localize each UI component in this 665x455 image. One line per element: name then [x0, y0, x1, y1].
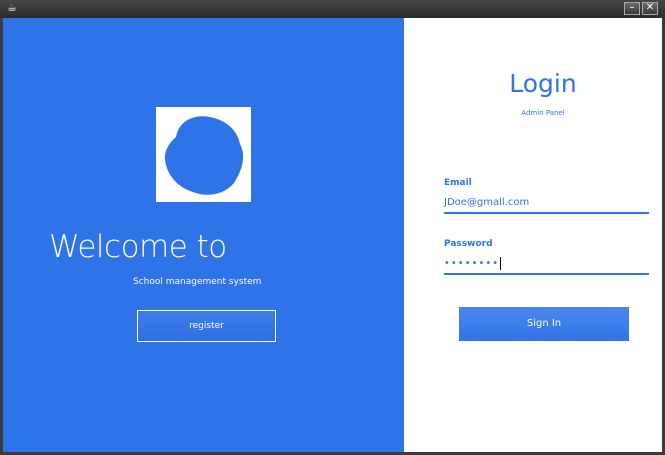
- admin-panel-subtitle: Admin Panel: [521, 109, 565, 117]
- minimize-button[interactable]: –: [624, 2, 640, 15]
- login-title: Login: [509, 69, 577, 98]
- email-field[interactable]: JDoe@gmall.com: [444, 193, 649, 214]
- email-label: Email: [444, 178, 472, 188]
- school-logo: [156, 107, 251, 202]
- blue-blob-icon: [164, 116, 244, 195]
- login-content: Welcome to School management system regi…: [3, 18, 662, 452]
- system-subtitle: School management system: [133, 277, 262, 287]
- welcome-panel: Welcome to School management system regi…: [3, 18, 404, 452]
- password-mask: ••••••••: [444, 258, 500, 269]
- text-caret: [500, 256, 502, 270]
- password-label: Password: [444, 239, 493, 249]
- sign-in-button[interactable]: Sign In: [459, 307, 629, 341]
- login-window: ☕ – ✕ Welcome to School management syste…: [0, 0, 665, 455]
- close-button[interactable]: ✕: [642, 2, 658, 15]
- login-panel: Login Admin Panel Email JDoe@gmall.com P…: [404, 18, 662, 452]
- window-titlebar[interactable]: ☕ – ✕: [0, 0, 665, 18]
- welcome-heading: Welcome to: [49, 229, 227, 265]
- app-icon: ☕: [7, 1, 17, 14]
- password-field[interactable]: ••••••••: [444, 254, 649, 275]
- register-button[interactable]: register: [137, 310, 276, 342]
